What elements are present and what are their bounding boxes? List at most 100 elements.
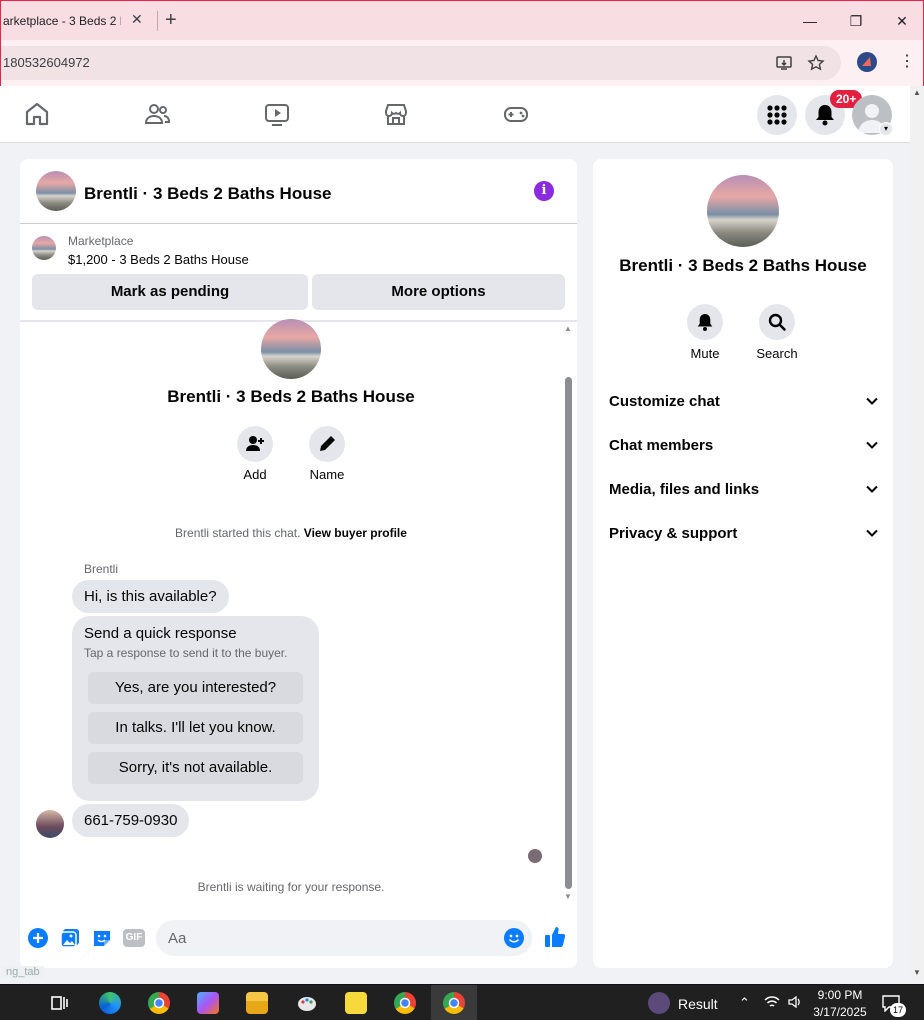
chevron-down-icon (866, 441, 878, 449)
message-bubble: Hi, is this available? (72, 580, 229, 613)
home-icon[interactable] (23, 100, 51, 128)
info-title: Brentli · 3 Beds 2 Baths House (619, 256, 867, 275)
marketplace-label: Marketplace (68, 234, 134, 248)
more-options-button[interactable]: More options (312, 274, 565, 310)
emoji-icon[interactable] (504, 928, 524, 948)
minimize-button[interactable]: — (795, 9, 825, 33)
chrome-active-icon[interactable] (443, 992, 465, 1014)
mark-as-pending-button[interactable]: Mark as pending (32, 274, 308, 310)
gaming-icon[interactable] (502, 100, 530, 128)
omnibox[interactable]: 180532604972 (1, 46, 841, 80)
edit-name-button[interactable] (309, 426, 345, 462)
paint-icon[interactable] (296, 992, 318, 1014)
thumbs-up-icon[interactable] (543, 925, 567, 949)
widget-icon[interactable] (648, 992, 670, 1014)
account-chevron-down-icon[interactable]: ▾ (879, 122, 893, 136)
view-buyer-profile-link[interactable]: View buyer profile (304, 526, 407, 540)
friends-icon[interactable] (143, 100, 171, 128)
install-app-icon[interactable] (775, 54, 793, 72)
video-icon[interactable] (263, 100, 291, 128)
scroll-up-arrow-icon[interactable]: ▲ (913, 88, 921, 97)
chrome-icon[interactable] (148, 992, 170, 1014)
pencil-icon (320, 436, 335, 451)
listing-price-title[interactable]: $1,200 - 3 Beds 2 Baths House (68, 252, 249, 267)
info-icon[interactable]: i (534, 181, 554, 201)
quick-reply-button[interactable]: Sorry, it's not available. (88, 752, 303, 784)
copilot-icon[interactable] (197, 992, 219, 1014)
volume-icon[interactable] (787, 995, 803, 1012)
media-files-links-row[interactable]: Media, files and links (609, 474, 879, 504)
gif-label: GIF (123, 929, 145, 947)
edge-browser-icon[interactable] (99, 992, 121, 1014)
seen-indicator-avatar (528, 849, 542, 863)
sticker-icon[interactable] (91, 927, 113, 949)
chat-header-title[interactable]: Brentli · 3 Beds 2 Baths House (84, 184, 332, 204)
chat-scrollbar-thumb[interactable] (565, 377, 572, 889)
browser-menu-icon[interactable]: ⋮ (899, 51, 915, 71)
browser-profile-icon[interactable] (857, 52, 877, 72)
scroll-down-arrow-icon[interactable]: ▼ (913, 968, 921, 977)
bookmark-star-icon[interactable] (807, 54, 825, 72)
info-thumbnail[interactable] (707, 175, 779, 247)
overlay-watermark: ng_tab (2, 966, 44, 978)
customize-chat-row[interactable]: Customize chat (609, 386, 879, 416)
section-label: Chat members (609, 436, 714, 454)
sticky-notes-icon[interactable] (345, 992, 367, 1014)
chevron-down-icon (866, 485, 878, 493)
chevron-up-icon[interactable]: ⌃ (739, 995, 750, 1011)
plus-circle-icon[interactable] (27, 927, 49, 949)
buyer-avatar[interactable] (36, 810, 64, 838)
search-label: Search (756, 346, 798, 361)
chat-listing-thumbnail[interactable] (36, 171, 76, 211)
chat-panel: Brentli · 3 Beds 2 Baths House i Marketp… (20, 159, 577, 968)
marketplace-listing-thumbnail[interactable] (32, 236, 56, 260)
marketplace-icon[interactable] (382, 100, 410, 128)
sender-name: Brentli (84, 562, 119, 576)
chat-started-notice: Brentli started this chat. View buyer pr… (20, 526, 562, 540)
section-label: Media, files and links (609, 480, 760, 498)
close-window-button[interactable]: ✕ (887, 9, 917, 33)
chat-members-row[interactable]: Chat members (609, 430, 879, 460)
facebook-top-nav: 20+ ▾ (0, 86, 910, 143)
chrome-profile-icon[interactable] (394, 992, 416, 1014)
page-scrollbar[interactable]: ▲ ▼ (910, 86, 924, 982)
conversation-thumbnail (261, 319, 321, 379)
message-input[interactable]: Aa (156, 920, 532, 956)
name-label: Name (309, 467, 345, 482)
quick-response-card: Send a quick response Tap a response to … (72, 616, 319, 801)
tab-title: arketplace - 3 Beds 2 Ba (3, 14, 121, 28)
quick-reply-button[interactable]: In talks. I'll let you know. (88, 712, 303, 744)
privacy-support-row[interactable]: Privacy & support (609, 518, 879, 548)
chat-scroll-down-icon[interactable]: ▼ (563, 892, 573, 901)
address-bar-row: 180532604972 ⋮ (0, 40, 924, 86)
add-person-icon (246, 436, 264, 451)
photo-icon[interactable] (59, 927, 81, 949)
grid-icon (767, 105, 787, 125)
task-view-icon[interactable] (49, 992, 71, 1014)
wifi-icon[interactable] (764, 995, 780, 1012)
quick-reply-button[interactable]: Yes, are you interested? (88, 672, 303, 704)
tab-divider (157, 11, 158, 31)
chat-scroll-up-icon[interactable]: ▲ (563, 324, 573, 333)
quick-response-subtitle: Tap a response to send it to the buyer. (84, 646, 288, 660)
chevron-down-icon (866, 529, 878, 537)
add-people-button[interactable] (237, 426, 273, 462)
new-tab-button[interactable]: + (165, 10, 187, 32)
file-explorer-icon[interactable] (246, 992, 268, 1014)
clock-time[interactable]: 9:00 PM (812, 988, 868, 1002)
bell-icon (697, 314, 713, 331)
restore-button[interactable]: ❐ (841, 9, 871, 33)
conversation-info-panel: Brentli · 3 Beds 2 Baths House Mute Sear… (593, 159, 893, 968)
widget-label[interactable]: Result (678, 996, 718, 1012)
url-text[interactable]: 180532604972 (3, 55, 90, 70)
mute-button[interactable] (687, 304, 723, 340)
gif-icon[interactable]: GIF (123, 927, 145, 949)
tab-close-icon[interactable]: ✕ (131, 11, 149, 31)
menu-grid-button[interactable] (757, 95, 797, 135)
windows-taskbar: Result ⌃ 9:00 PM 3/17/2025 17 (0, 984, 924, 1020)
search-button[interactable] (759, 304, 795, 340)
notification-count-badge: 17 (890, 1003, 906, 1017)
chevron-down-icon (866, 397, 878, 405)
clock-date[interactable]: 3/17/2025 (812, 1005, 868, 1019)
page-bottom-strip (0, 968, 910, 982)
